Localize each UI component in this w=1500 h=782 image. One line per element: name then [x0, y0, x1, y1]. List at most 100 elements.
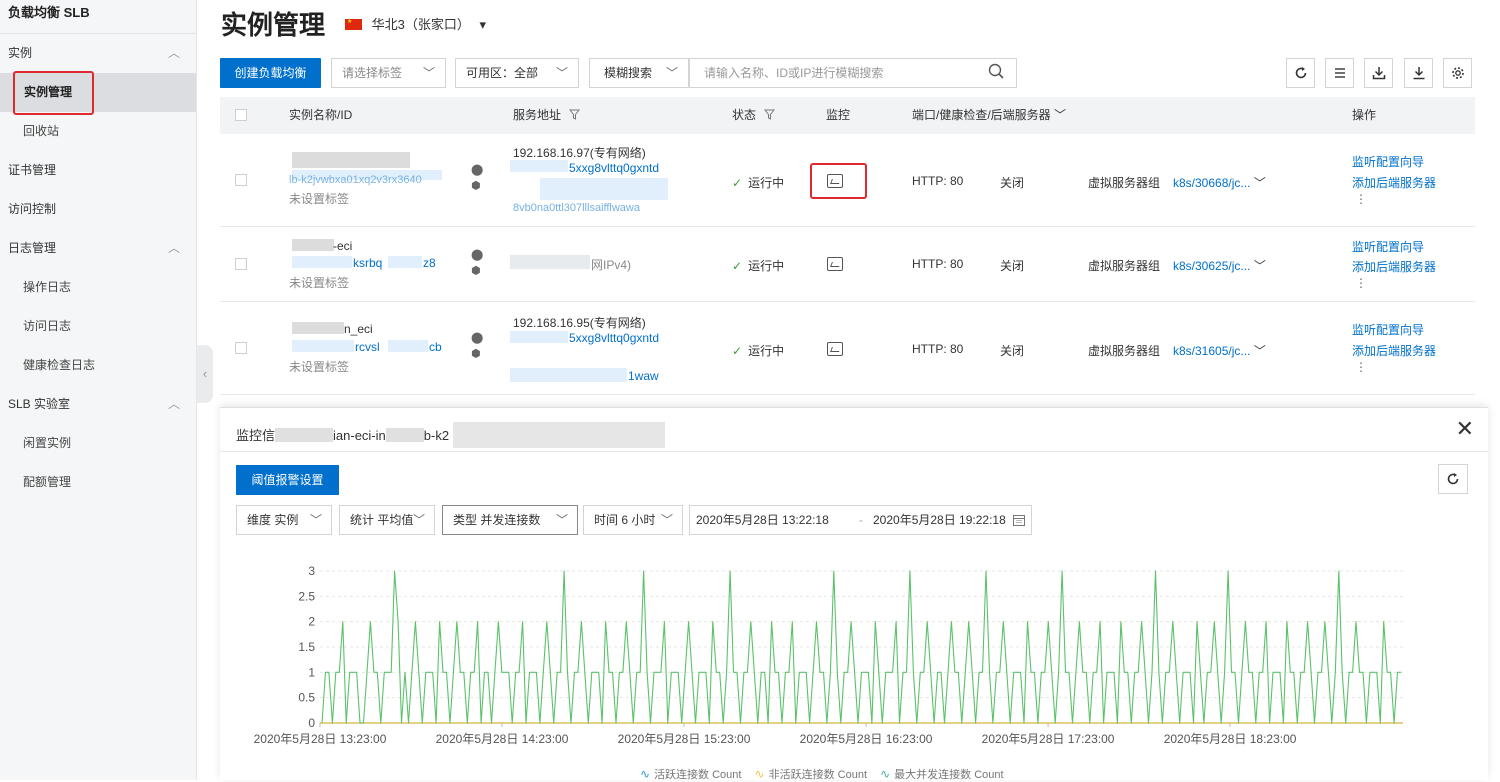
health-check-status: 关闭: [1000, 176, 1025, 190]
add-backend-link[interactable]: 添加后端服务器: [1352, 174, 1436, 191]
listener-wizard-link[interactable]: 监听配置向导: [1352, 153, 1424, 170]
sidebar-item-recycle-bin[interactable]: 回收站: [0, 112, 196, 151]
add-backend-link[interactable]: 添加后端服务器: [1352, 342, 1436, 359]
region-selector[interactable]: 华北3（张家口） ▾: [345, 14, 486, 33]
tag-select[interactable]: 请选择标签 ﹀: [331, 58, 446, 88]
backend-type: 虚拟服务器组: [1088, 176, 1161, 190]
sidebar-group-label: 实例: [8, 46, 33, 60]
redacted-address: [540, 178, 668, 200]
create-slb-button[interactable]: 创建负载均衡: [220, 58, 321, 88]
more-icon[interactable]: ⋮: [1355, 192, 1367, 206]
chevron-down-icon: ﹀: [412, 513, 425, 527]
row-checkbox[interactable]: [235, 258, 247, 270]
monitor-chart-icon[interactable]: [827, 257, 843, 271]
sidebar-group-label: 日志管理: [8, 241, 57, 255]
column-header-ops: 操作: [1352, 108, 1377, 122]
instance-id-tail[interactable]: cb: [429, 340, 442, 354]
row-checkbox[interactable]: [235, 342, 247, 354]
filter-icon[interactable]: [569, 109, 581, 120]
select-all-checkbox[interactable]: [235, 109, 247, 121]
backend-server-group[interactable]: k8s/30625/jc... ﹀: [1173, 257, 1266, 274]
port-label: HTTP: 80: [912, 174, 964, 188]
sidebar-group-logs[interactable]: 日志管理 ︿: [0, 229, 196, 268]
legend-line-icon: ∿: [640, 767, 651, 781]
backend-server-group[interactable]: k8s/31605/jc... ﹀: [1173, 342, 1266, 359]
close-icon[interactable]: ✕: [1456, 416, 1474, 442]
status-text: 运行中: [748, 259, 785, 273]
sidebar-group-instances[interactable]: 实例 ︿: [0, 34, 196, 73]
sidebar-item-health-check-logs[interactable]: 健康检查日志: [0, 346, 196, 385]
dimension-select-value: 维度 实例: [247, 513, 299, 527]
listener-wizard-link[interactable]: 监听配置向导: [1352, 321, 1424, 338]
y-tick-label: 2: [308, 615, 315, 629]
panel-divider: [220, 451, 1488, 452]
search-input[interactable]: 请输入名称、ID或IP进行模糊搜索: [689, 58, 1017, 88]
add-backend-link[interactable]: 添加后端服务器: [1352, 258, 1436, 275]
sidebar-item-instance-management[interactable]: 实例管理: [0, 71, 196, 115]
legend-item-max-concurrent[interactable]: ∿ 最大并发连接数 Count: [880, 767, 1003, 781]
instance-tag[interactable]: 未设置标签: [289, 190, 349, 207]
instance-name: n_eci: [344, 322, 373, 336]
sidebar-item-operation-logs[interactable]: 操作日志: [0, 268, 196, 307]
statistic-select[interactable]: 统计 平均值 ﹀: [339, 505, 435, 535]
backend-server-group-label: k8s/30625/jc...: [1173, 259, 1251, 273]
legend-item-active[interactable]: ∿ 活跃连接数 Count: [640, 767, 741, 781]
more-icon[interactable]: ⋮: [1355, 360, 1367, 374]
instance-id[interactable]: ksrbq: [353, 256, 382, 270]
chart-refresh-button[interactable]: [1438, 464, 1468, 494]
alarm-settings-button[interactable]: 阈值报警设置: [236, 465, 339, 495]
export-button[interactable]: [1364, 58, 1393, 88]
monitor-title-mid: ian-eci-in: [333, 428, 386, 443]
sidebar-item-certificates[interactable]: 证书管理: [0, 151, 196, 190]
end-date[interactable]: 2020年5月28日 19:22:18: [873, 506, 1006, 534]
instance-tag[interactable]: 未设置标签: [289, 358, 349, 375]
sidebar-item-quota[interactable]: 配额管理: [0, 463, 196, 502]
legend-item-inactive[interactable]: ∿ 非活跃连接数 Count: [755, 767, 867, 781]
filter-icon[interactable]: [764, 109, 776, 120]
x-tick-label: 2020年5月28日 18:23:00: [1164, 732, 1297, 746]
search-mode-select[interactable]: 模糊搜索 ﹀: [589, 58, 689, 88]
vswitch-id[interactable]: 1waw: [628, 369, 659, 383]
column-header-port[interactable]: 端口/健康检查/后端服务器 ﹀: [912, 97, 1066, 134]
instance-id[interactable]: lb-k2jvwbxa01xq2v3rx3640: [289, 174, 422, 186]
time-range-select[interactable]: 时间 6 小时 ﹀: [583, 505, 683, 535]
more-icon[interactable]: ⋮: [1355, 276, 1367, 290]
instance-tag[interactable]: 未设置标签: [289, 274, 349, 291]
listener-wizard-link[interactable]: 监听配置向导: [1352, 238, 1424, 255]
port-label: HTTP: 80: [912, 257, 964, 271]
sidebar-group-label: SLB 实验室: [8, 397, 71, 411]
statistic-select-value: 统计 平均值: [350, 513, 414, 527]
sidebar-item-idle-instances[interactable]: 闲置实例: [0, 424, 196, 463]
sidebar-collapse-handle[interactable]: ‹: [197, 345, 213, 403]
sidebar-group-slb-lab[interactable]: SLB 实验室 ︿: [0, 385, 196, 424]
download-button[interactable]: [1404, 58, 1433, 88]
search-icon[interactable]: [988, 63, 1004, 79]
metric-type-select[interactable]: 类型 并发连接数 ﹀: [442, 505, 578, 535]
settings-button[interactable]: [1443, 58, 1472, 88]
backend-server-group[interactable]: k8s/30668/jc... ﹀: [1173, 174, 1266, 191]
download-tray-icon: [1372, 67, 1385, 80]
vpc-id[interactable]: 5xxg8vlttq0gxntd: [569, 331, 659, 345]
start-date[interactable]: 2020年5月28日 13:22:18: [696, 506, 829, 534]
date-range-picker[interactable]: 2020年5月28日 13:22:18 - 2020年5月28日 19:22:1…: [689, 505, 1032, 535]
instance-id[interactable]: rcvsl: [355, 340, 380, 354]
refresh-button[interactable]: [1286, 58, 1315, 88]
instance-id-tail[interactable]: z8: [423, 256, 436, 270]
sidebar-item-access-control[interactable]: 访问控制: [0, 190, 196, 229]
list-view-button[interactable]: [1325, 58, 1354, 88]
shield-icon: ⬢: [471, 180, 481, 192]
refresh-icon: [1295, 67, 1306, 79]
sidebar-item-access-logs[interactable]: 访问日志: [0, 307, 196, 346]
row-checkbox[interactable]: [235, 174, 247, 186]
calendar-icon[interactable]: [1013, 514, 1025, 526]
zone-select[interactable]: 可用区：全部 ﹀: [455, 58, 579, 88]
redacted-title: [385, 428, 424, 442]
monitor-chart-icon[interactable]: [827, 342, 843, 356]
chevron-down-icon: ﹀: [555, 513, 568, 527]
column-header-status-label: 状态: [732, 108, 757, 122]
vswitch-id[interactable]: 8vb0na0ttl307lllsaifflwawa: [513, 202, 640, 214]
redacted-address: [510, 368, 627, 382]
vpc-id[interactable]: 5xxg8vlttq0gxntd: [569, 161, 659, 175]
dimension-select[interactable]: 维度 实例 ﹀: [236, 505, 332, 535]
redacted-id: [292, 256, 352, 268]
